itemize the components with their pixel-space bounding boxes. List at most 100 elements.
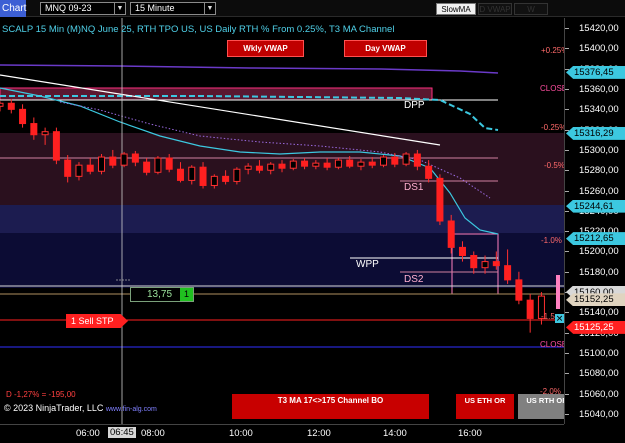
wpp-label: WPP [356,259,379,270]
trade-marker-bar [556,275,560,309]
tick-mark [565,231,569,233]
level-label-minus-025: -0.25% [541,123,564,132]
candle-body [75,164,83,177]
price-axis[interactable]: 15420,0015400,0015380,0015360,0015340,00… [564,18,625,424]
tick-label: 15100,00 [579,347,619,359]
candle-body [380,156,388,166]
tick-mark [565,109,569,111]
day-vwap-button[interactable]: Day VWAP [344,40,427,57]
candle-body [301,160,309,167]
time-label-crosshair: 06:45 [108,427,136,438]
candle-body [526,299,534,319]
candle-body [402,153,410,165]
candle-body [64,159,72,177]
candle-body [413,153,421,167]
instrument-selector[interactable]: MNQ 09-23 ▼ [40,2,126,15]
website-text: www.fin-alg.com [105,406,157,413]
candle-body [131,153,139,163]
candle-body [188,166,196,181]
copyright-text: © 2023 NinjaTrader, LLC [4,403,104,413]
candle-body [120,153,128,166]
tick-label: 15040,00 [579,408,619,420]
candle-body [312,162,320,167]
tick-label: 15280,00 [579,165,619,177]
price-tick: 15340,00 [565,104,625,115]
candle-body [447,220,455,248]
candle-body [199,166,207,186]
tick-label: 15060,00 [579,388,619,400]
price-tick: 15280,00 [565,165,625,177]
pnl-readout: D -1,27% = -195,00 [6,390,76,399]
t3-channel-button[interactable]: T3 MA 17<>175 Channel BO [232,394,429,419]
order-count-badge: 1 [180,288,193,301]
price-tick: 15260,00 [565,185,625,197]
tick-mark [565,373,569,375]
tick-mark [565,48,569,50]
candle-body [492,261,500,267]
chart-toolbar: Chart MNQ 09-23 ▼ 15 Minute ▼ SlowMA D V… [0,0,625,26]
ds1-label: DS1 [404,182,424,193]
price-tick: 15360,00 [565,84,625,96]
tick-mark [565,149,569,151]
tick-mark [565,68,569,70]
candle-body [86,164,94,172]
tick-mark [565,271,569,273]
candle-body [41,131,49,136]
tick-label: 15260,00 [579,185,619,197]
price-tick: 15040,00 [565,408,625,420]
interval-value: 15 Minute [135,3,175,13]
tick-label: 15080,00 [579,368,619,380]
chart-plot-area[interactable]: ✕ SCALP 15 Min (M)NQ June 25, RTH TPO US… [0,18,564,424]
tick-mark [565,170,569,172]
candle-body [470,255,478,269]
candle-body [244,165,252,170]
weekly-vwap-button[interactable]: Wkly VWAP [227,40,304,57]
tick-label: 15140,00 [579,307,619,319]
tick-mark [565,251,569,253]
price-tick: 15060,00 [565,388,625,400]
candle-body [391,156,399,165]
price-chart-canvas: ✕ [0,18,564,424]
level-label-close-top: CLOSE [540,84,564,93]
time-label: 10:00 [229,428,253,439]
candle-body [154,157,162,173]
dvwap-button[interactable]: D VWAP [478,3,512,15]
tick-mark [565,28,569,30]
tick-label: 15360,00 [579,84,619,96]
order-quantity-box[interactable]: 13,75 1 [130,287,194,302]
candle-body [143,161,151,173]
candle-body [289,160,297,169]
candle-body [368,161,376,166]
time-axis[interactable]: 06:00 06:45 08:00 10:00 12:00 14:00 16:0… [0,424,564,443]
us-rth-or-button[interactable]: US RTH OR [518,394,564,419]
level-label-minus-05: -0.5% [544,161,564,170]
time-label: 16:00 [458,428,482,439]
chart-indicator-header: SCALP 15 Min (M)NQ June 25, RTH TPO US, … [2,24,395,35]
candle-body [515,279,523,301]
candle-body [481,261,489,269]
price-tag: 15152,25 [566,293,625,307]
chevron-down-icon: ▼ [114,3,125,14]
candle-body [0,102,4,107]
slowma-button[interactable]: SlowMA [436,3,476,15]
wvwap-button[interactable]: W VWAP [514,3,548,26]
candle-body [109,156,117,166]
level-label-minus-15: -1.5 [541,312,555,321]
candle-body [7,102,15,110]
time-label: 06:00 [76,428,100,439]
instrument-value: MNQ 09-23 [45,3,92,13]
candle-body [176,168,184,181]
us-eth-or-button[interactable]: US ETH OR [456,394,514,419]
time-label: 08:00 [141,428,165,439]
tick-label: 15200,00 [579,246,619,258]
price-tick: 15200,00 [565,246,625,258]
candle-body [19,108,27,125]
sell-stop-order-tag[interactable]: 1 Sell STP [66,314,128,328]
price-tick: 15180,00 [565,267,625,278]
close-x-glyph: ✕ [556,314,564,324]
price-tag: 15125,25 [566,320,625,334]
tick-mark [565,89,569,91]
candle-body [255,165,263,171]
tick-mark [565,393,569,395]
interval-selector[interactable]: 15 Minute ▼ [130,2,216,15]
